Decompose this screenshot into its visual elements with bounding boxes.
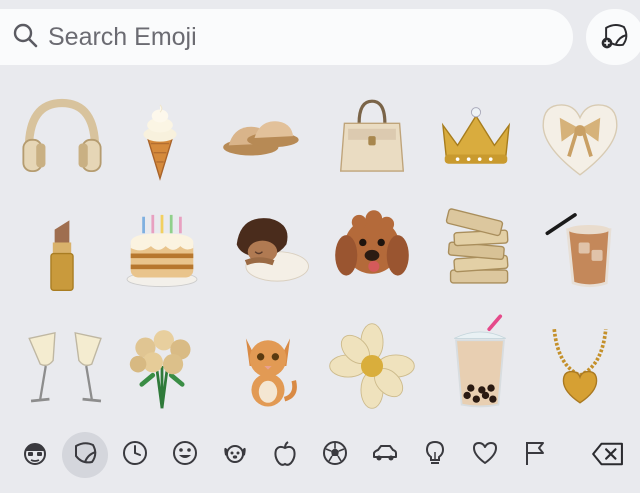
emoji-blossom[interactable]: [322, 316, 422, 416]
emoji-heart-with-ribbon[interactable]: [530, 88, 630, 188]
category-smileys[interactable]: [162, 432, 208, 478]
emoji-birthday-cake[interactable]: [112, 198, 212, 298]
emoji-category-bar: [0, 428, 640, 483]
emoji-cat[interactable]: [218, 316, 318, 416]
emoji-iced-coffee[interactable]: [536, 198, 636, 298]
emoji-slippers[interactable]: [210, 88, 310, 188]
flag-icon: [521, 439, 549, 471]
sticker-add-icon: [599, 19, 631, 55]
dog-icon: [221, 439, 249, 471]
category-stickers[interactable]: [62, 432, 108, 478]
emoji-books[interactable]: [430, 198, 530, 298]
category-memoji[interactable]: [12, 432, 58, 478]
car-icon: [371, 439, 399, 471]
memoji-face-icon: [21, 439, 49, 471]
emoji-handbag[interactable]: [322, 88, 422, 188]
backspace-icon: [591, 441, 625, 471]
sticker-icon: [71, 439, 99, 471]
emoji-sleeping-person[interactable]: [218, 198, 318, 298]
emoji-clinking-glasses[interactable]: [16, 316, 116, 416]
smiley-icon: [171, 439, 199, 471]
heart-icon: [471, 439, 499, 471]
delete-button[interactable]: [588, 436, 628, 476]
add-sticker-button[interactable]: [586, 9, 640, 65]
emoji-bubble-tea[interactable]: [430, 314, 530, 416]
category-symbols[interactable]: [462, 432, 508, 478]
emoji-lipstick[interactable]: [12, 198, 112, 298]
apple-icon: [271, 439, 299, 471]
search-input[interactable]: [48, 22, 528, 52]
emoji-bouquet[interactable]: [112, 316, 212, 416]
category-animals[interactable]: [212, 432, 258, 478]
lightbulb-icon: [421, 439, 449, 471]
soccer-ball-icon: [321, 439, 349, 471]
category-recent[interactable]: [112, 432, 158, 478]
clock-icon: [121, 439, 149, 471]
category-travel[interactable]: [362, 432, 408, 478]
category-activity[interactable]: [312, 432, 358, 478]
emoji-grid: [0, 88, 640, 418]
emoji-headphones[interactable]: [12, 88, 112, 188]
category-objects[interactable]: [412, 432, 458, 478]
emoji-dog-face[interactable]: [322, 198, 422, 298]
emoji-crown[interactable]: [426, 88, 526, 188]
category-food[interactable]: [262, 432, 308, 478]
emoji-heart-necklace[interactable]: [530, 316, 630, 416]
search-icon: [12, 22, 38, 52]
category-flags[interactable]: [512, 432, 558, 478]
emoji-soft-ice-cream[interactable]: [110, 88, 210, 188]
emoji-search-bar[interactable]: [0, 9, 573, 65]
